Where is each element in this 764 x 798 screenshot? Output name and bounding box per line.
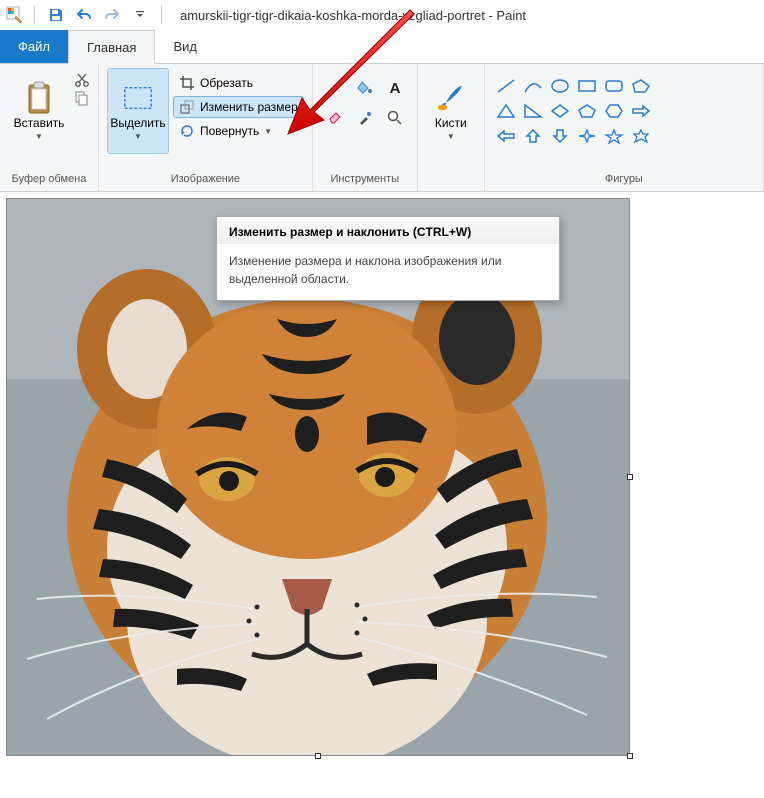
shape-star5[interactable] xyxy=(601,124,627,148)
select-label: Выделить xyxy=(110,116,165,130)
copy-icon[interactable] xyxy=(74,90,90,106)
brush-icon xyxy=(435,82,467,114)
shape-arrow-right[interactable] xyxy=(628,99,654,123)
crop-label: Обрезать xyxy=(200,76,253,90)
shapes-group-label: Фигуры xyxy=(493,171,755,189)
select-rect-icon xyxy=(122,82,154,114)
paint-app-icon xyxy=(6,6,24,24)
clipboard-icon xyxy=(23,82,55,114)
shape-pentagon[interactable] xyxy=(574,99,600,123)
tab-file[interactable]: Файл xyxy=(0,30,68,63)
group-brushes: Кисти ▼ xyxy=(418,64,485,191)
crop-button[interactable]: Обрезать xyxy=(173,72,304,94)
resize-label: Изменить размер xyxy=(200,100,298,114)
redo-button[interactable] xyxy=(101,4,123,26)
group-tools: A Инструменты xyxy=(313,64,418,191)
shape-arrow-down[interactable] xyxy=(547,124,573,148)
resize-handle-bottom[interactable] xyxy=(315,753,321,759)
pencil-tool[interactable] xyxy=(321,74,349,102)
undo-button[interactable] xyxy=(73,4,95,26)
shape-curve[interactable] xyxy=(520,74,546,98)
title-bar: amurskii-tigr-tigr-dikaia-koshka-morda-v… xyxy=(0,0,764,30)
shape-triangle[interactable] xyxy=(493,99,519,123)
shape-right-triangle[interactable] xyxy=(520,99,546,123)
picker-tool[interactable] xyxy=(351,104,379,132)
eraser-tool[interactable] xyxy=(321,104,349,132)
resize-handle-corner[interactable] xyxy=(627,753,633,759)
shapes-gallery[interactable] xyxy=(493,68,654,148)
rotate-button[interactable]: Повернуть ▼ xyxy=(173,120,304,142)
ribbon: Вставить ▼ Буфер обмена Выделить ▼ xyxy=(0,64,764,192)
fill-tool[interactable] xyxy=(351,74,379,102)
resize-handle-right[interactable] xyxy=(627,474,633,480)
chevron-down-icon: ▼ xyxy=(35,132,43,141)
tab-view[interactable]: Вид xyxy=(155,30,215,63)
brushes-label: Кисти xyxy=(435,116,467,130)
resize-icon xyxy=(179,99,195,115)
shape-polygon[interactable] xyxy=(628,74,654,98)
ribbon-tabs: Файл Главная Вид xyxy=(0,30,764,64)
select-button[interactable]: Выделить ▼ xyxy=(107,68,169,154)
rotate-icon xyxy=(179,123,195,139)
cut-icon[interactable] xyxy=(74,72,90,88)
crop-icon xyxy=(179,75,195,91)
text-tool[interactable]: A xyxy=(381,74,409,102)
chevron-down-icon: ▼ xyxy=(134,132,142,141)
clipboard-group-label: Буфер обмена xyxy=(8,171,90,189)
shape-roundrect[interactable] xyxy=(601,74,627,98)
qat-customize-button[interactable] xyxy=(129,4,151,26)
rotate-label: Повернуть xyxy=(200,124,259,138)
zoom-tool[interactable] xyxy=(381,104,409,132)
shape-line[interactable] xyxy=(493,74,519,98)
window-title: amurskii-tigr-tigr-dikaia-koshka-morda-v… xyxy=(180,8,526,23)
shape-diamond[interactable] xyxy=(547,99,573,123)
chevron-down-icon: ▼ xyxy=(447,132,455,141)
shape-hexagon[interactable] xyxy=(601,99,627,123)
paste-label: Вставить xyxy=(14,116,65,130)
shape-oval[interactable] xyxy=(547,74,573,98)
tools-group-label: Инструменты xyxy=(321,171,409,189)
shape-star6[interactable] xyxy=(628,124,654,148)
shape-arrow-up[interactable] xyxy=(520,124,546,148)
tooltip: Изменить размер и наклонить (CTRL+W) Изм… xyxy=(216,216,560,301)
shape-rect[interactable] xyxy=(574,74,600,98)
group-image: Выделить ▼ Обрезать Изменить размер xyxy=(99,64,313,191)
image-group-label: Изображение xyxy=(107,171,304,189)
chevron-down-icon: ▼ xyxy=(264,127,272,136)
paste-button[interactable]: Вставить ▼ xyxy=(8,68,70,154)
shape-arrow-left[interactable] xyxy=(493,124,519,148)
group-shapes: Фигуры xyxy=(485,64,764,191)
tab-home[interactable]: Главная xyxy=(68,30,155,64)
tooltip-body: Изменение размера и наклона изображения … xyxy=(217,244,559,300)
save-button[interactable] xyxy=(45,4,67,26)
shape-star4[interactable] xyxy=(574,124,600,148)
svg-text:A: A xyxy=(389,80,400,97)
tooltip-title: Изменить размер и наклонить (CTRL+W) xyxy=(217,217,559,244)
group-clipboard: Вставить ▼ Буфер обмена xyxy=(0,64,99,191)
brushes-button[interactable]: Кисти ▼ xyxy=(426,68,476,154)
resize-button[interactable]: Изменить размер xyxy=(173,96,304,118)
